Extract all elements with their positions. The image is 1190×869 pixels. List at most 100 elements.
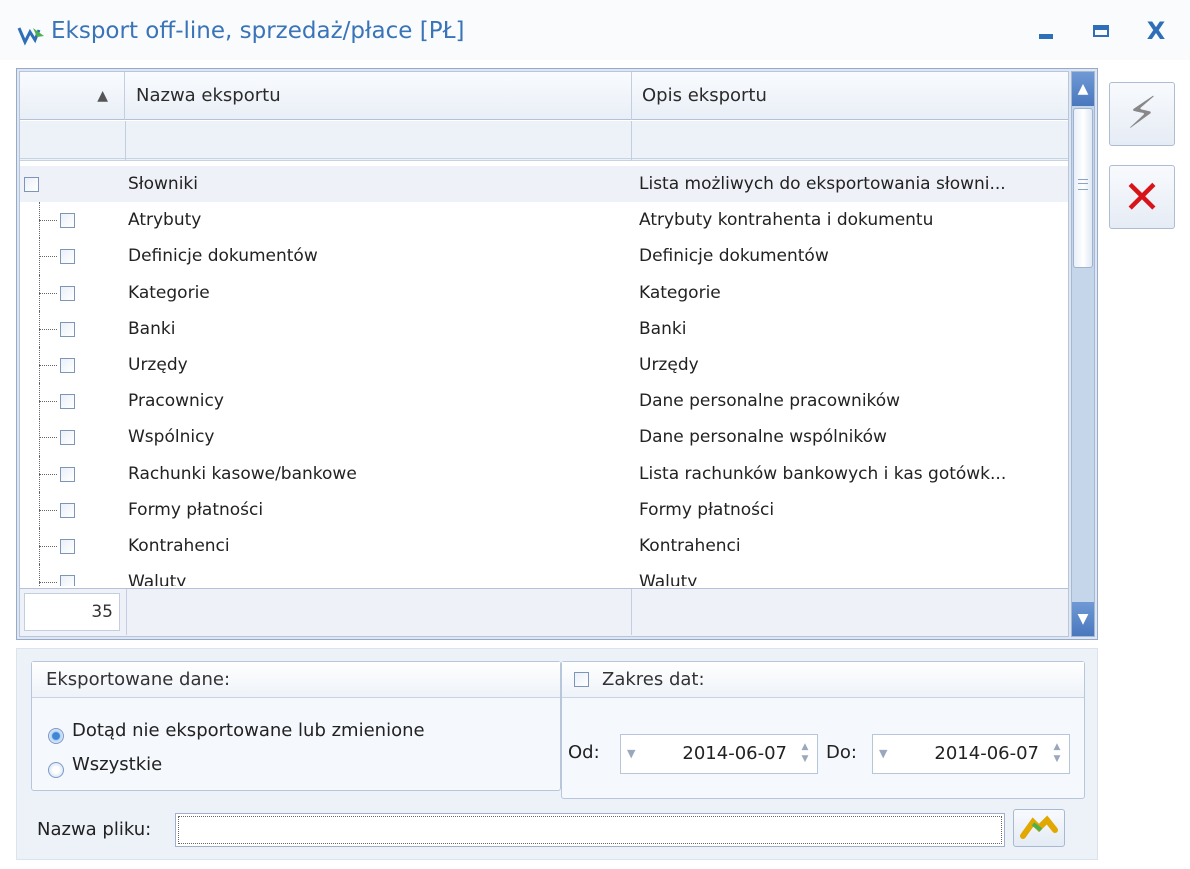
- tree-connector: [39, 419, 59, 456]
- date-range-title[interactable]: Zakres dat:: [562, 662, 1084, 698]
- date-range-group: Zakres dat: Od: ▼ 2014-06-07 ▲ ▼ Do: ▼ 20…: [561, 661, 1085, 799]
- title-bar: Eksport off-line, sprzedaż/płace [PŁ] X: [0, 0, 1190, 60]
- row-checkbox[interactable]: [60, 394, 75, 410]
- tree-connector: [39, 383, 59, 420]
- row-description: Formy płatności: [639, 499, 775, 520]
- table-row[interactable]: Formy płatności Formy płatności: [20, 491, 1068, 528]
- radio-not-exported[interactable]: [48, 728, 64, 744]
- tree-connector: [39, 202, 59, 239]
- tree-connector: [39, 564, 59, 586]
- dropdown-arrow-icon: ▼: [879, 747, 888, 760]
- from-date-value: 2014-06-07: [682, 743, 787, 764]
- tree-connector: [39, 274, 59, 311]
- spin-updown-icon[interactable]: ▲ ▼: [797, 741, 813, 765]
- to-date-field[interactable]: ▼ 2014-06-07 ▲ ▼: [872, 734, 1070, 774]
- tree-connector: [39, 527, 59, 565]
- table-row[interactable]: Atrybuty Atrybuty kontrahenta i dokumentu: [20, 202, 1068, 239]
- lightning-icon: ⚡: [1126, 88, 1158, 139]
- cancel-button[interactable]: ✕: [1109, 165, 1175, 229]
- row-checkbox[interactable]: [60, 249, 75, 265]
- export-grid: ▲ Nazwa eksportu Opis eksportu Słowniki L…: [16, 68, 1098, 640]
- spin-updown-icon[interactable]: ▲ ▼: [1049, 741, 1065, 765]
- column-header-name[interactable]: Nazwa eksportu: [126, 72, 632, 120]
- sort-column-header[interactable]: ▲: [20, 72, 125, 120]
- row-checkbox[interactable]: [60, 538, 75, 554]
- column-header-description[interactable]: Opis eksportu: [632, 72, 1068, 120]
- table-row[interactable]: Słowniki Lista możliwych do eksportowania…: [20, 166, 1068, 203]
- date-range-checkbox[interactable]: [574, 672, 589, 687]
- file-name-input[interactable]: [175, 813, 1005, 847]
- table-row[interactable]: Wspólnicy Dane personalne wspólników: [20, 419, 1068, 456]
- table-row[interactable]: Urzędy Urzędy: [20, 346, 1068, 384]
- vertical-scrollbar[interactable]: ▲ ▼: [1071, 71, 1095, 637]
- row-count: 35: [24, 593, 120, 631]
- row-checkbox[interactable]: [60, 285, 75, 301]
- scroll-down-button[interactable]: ▼: [1072, 602, 1094, 636]
- row-checkbox[interactable]: [60, 502, 75, 518]
- row-description: Lista możliwych do eksportowania słowni.…: [639, 174, 1006, 194]
- dropdown-arrow-icon: ▼: [627, 747, 636, 760]
- run-export-button[interactable]: ⚡: [1109, 82, 1175, 146]
- row-name: Kategorie: [128, 282, 210, 303]
- minimize-button[interactable]: [1028, 15, 1064, 47]
- row-description: Waluty: [639, 572, 698, 586]
- close-button[interactable]: X: [1138, 15, 1174, 47]
- row-name: Słowniki: [128, 174, 198, 194]
- sort-asc-icon: ▲: [97, 88, 108, 104]
- file-name-label: Nazwa pliku:: [37, 819, 152, 840]
- row-description: Definicje dokumentów: [639, 246, 829, 267]
- row-checkbox[interactable]: [60, 466, 75, 482]
- folder-browse-icon: [1020, 815, 1058, 839]
- filter-cell-select[interactable]: [20, 121, 126, 161]
- filter-cell-name[interactable]: [126, 121, 632, 161]
- row-description: Banki: [639, 318, 687, 339]
- grid-header: ▲ Nazwa eksportu Opis eksportu: [20, 72, 1068, 120]
- scroll-thumb[interactable]: [1073, 108, 1093, 268]
- table-row[interactable]: Kategorie Kategorie: [20, 274, 1068, 311]
- row-name: Urzędy: [128, 354, 188, 375]
- to-date-value: 2014-06-07: [934, 743, 1039, 764]
- tree-connector: [39, 346, 59, 384]
- row-name: Rachunki kasowe/bankowe: [128, 463, 357, 484]
- row-description: Kategorie: [639, 282, 721, 303]
- row-checkbox[interactable]: [24, 177, 39, 192]
- row-name: Pracownicy: [128, 391, 224, 412]
- window-title: Eksport off-line, sprzedaż/płace [PŁ]: [51, 18, 465, 44]
- exported-data-title: Eksportowane dane:: [32, 662, 560, 698]
- from-label: Od:: [568, 742, 600, 763]
- row-checkbox[interactable]: [60, 213, 75, 229]
- row-name: Definicje dokumentów: [128, 246, 318, 267]
- tree-connector: [39, 491, 59, 528]
- table-row[interactable]: Rachunki kasowe/bankowe Lista rachunków b…: [20, 455, 1068, 492]
- tree-connector: [39, 238, 59, 275]
- from-date-field[interactable]: ▼ 2014-06-07 ▲ ▼: [620, 734, 818, 774]
- table-row[interactable]: Pracownicy Dane personalne pracowników: [20, 383, 1068, 420]
- row-checkbox[interactable]: [60, 575, 75, 586]
- row-checkbox[interactable]: [60, 357, 75, 373]
- table-row[interactable]: Banki Banki: [20, 310, 1068, 347]
- table-row[interactable]: Definicje dokumentów Definicje dokumentów: [20, 238, 1068, 275]
- scroll-up-button[interactable]: ▲: [1072, 72, 1094, 106]
- row-description: Dane personalne wspólników: [639, 427, 887, 448]
- row-checkbox[interactable]: [60, 430, 75, 446]
- maximize-button[interactable]: [1083, 15, 1119, 47]
- footer-cell-name: [126, 589, 632, 635]
- row-description: Dane personalne pracowników: [639, 391, 901, 412]
- row-name: Atrybuty: [128, 210, 202, 231]
- filter-row: [20, 121, 1068, 161]
- filter-cell-description[interactable]: [632, 121, 1068, 161]
- row-name: Banki: [128, 318, 176, 339]
- row-description: Urzędy: [639, 354, 699, 375]
- row-checkbox[interactable]: [60, 321, 75, 337]
- grid-rows: Słowniki Lista możliwych do eksportowania…: [20, 166, 1068, 586]
- cancel-x-icon: ✕: [1122, 170, 1162, 224]
- row-description: Atrybuty kontrahenta i dokumentu: [639, 210, 934, 231]
- table-row[interactable]: Kontrahenci Kontrahenci: [20, 527, 1068, 565]
- radio-not-exported-label[interactable]: Dotąd nie eksportowane lub zmienione: [72, 720, 425, 741]
- table-row[interactable]: Waluty Waluty: [20, 564, 1068, 586]
- row-name: Formy płatności: [128, 499, 264, 520]
- browse-file-button[interactable]: [1013, 809, 1065, 847]
- radio-all[interactable]: [48, 762, 64, 778]
- radio-all-label[interactable]: Wszystkie: [72, 754, 162, 775]
- row-name: Waluty: [128, 572, 187, 586]
